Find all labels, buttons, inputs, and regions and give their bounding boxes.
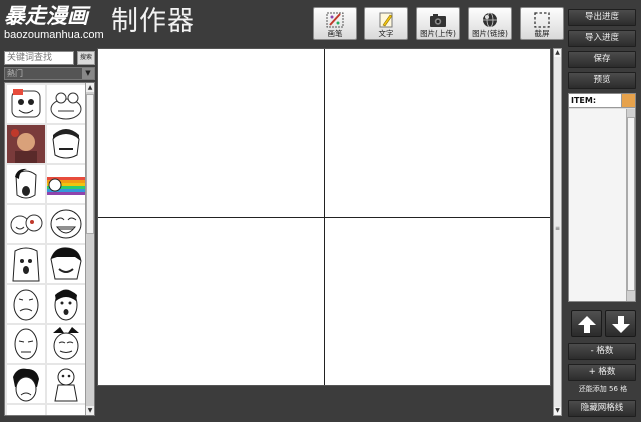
search-button[interactable]: 搜索 [77, 51, 95, 65]
screenshot-label: 截屏 [534, 29, 550, 38]
sticker-scrollbar[interactable]: ▲ ▼ [85, 83, 94, 415]
sticker-item[interactable] [47, 125, 85, 163]
globe-icon [483, 12, 497, 28]
text-pencil-icon [379, 12, 393, 28]
sticker-item[interactable] [47, 245, 85, 283]
item-scrollbar[interactable] [626, 109, 635, 301]
export-progress-button[interactable]: 导出进度 [568, 9, 636, 26]
sticker-item[interactable] [47, 405, 85, 415]
item-header: ITEM: [569, 94, 635, 108]
sticker-item[interactable] [47, 165, 85, 203]
brand-domain: baozoumanhua.com [4, 29, 104, 41]
grid-line-horizontal [98, 217, 550, 218]
sticker-item[interactable] [7, 365, 45, 403]
item-header-label: ITEM: [571, 96, 597, 105]
image-link-button[interactable]: 图片(链接) [468, 7, 512, 40]
sticker-item[interactable] [7, 405, 45, 415]
comic-canvas[interactable] [97, 48, 551, 386]
scroll-thumb[interactable] [627, 117, 635, 291]
preview-button[interactable]: 预览 [568, 72, 636, 89]
scroll-down-icon[interactable]: ▼ [554, 407, 561, 415]
scroll-down-icon[interactable]: ▼ [86, 406, 94, 415]
canvas-scrollbar[interactable]: ▲ ≡ ▼ [553, 48, 562, 416]
sticker-item[interactable] [7, 85, 45, 123]
camera-icon [430, 14, 446, 27]
remove-grid-button[interactable]: - 格数 [568, 343, 636, 360]
hide-grid-button[interactable]: 隐藏网格线 [568, 400, 636, 417]
scroll-grip-icon[interactable]: ≡ [555, 225, 560, 233]
remaining-grid-count: 还能添加 56 格 [578, 385, 628, 393]
image-upload-label: 图片(上传) [420, 29, 456, 38]
sticker-item[interactable] [47, 285, 85, 323]
move-down-button[interactable] [605, 310, 636, 337]
save-button[interactable]: 保存 [568, 51, 636, 68]
app-title: 制作器 [111, 6, 195, 37]
sticker-item[interactable] [7, 245, 45, 283]
item-panel: ITEM: [568, 93, 636, 302]
sticker-item[interactable] [7, 325, 45, 363]
brush-button[interactable]: 画笔 [313, 7, 357, 40]
text-button[interactable]: 文字 [364, 7, 408, 40]
scroll-up-icon[interactable]: ▲ [86, 83, 94, 92]
brush-label: 画笔 [327, 29, 343, 38]
brand-logo[interactable]: 暴走漫画 baozoumanhua.com [4, 4, 110, 44]
item-list[interactable] [569, 109, 626, 301]
arrow-up-icon [577, 316, 596, 333]
scroll-thumb[interactable] [86, 94, 94, 234]
brand-name: 暴走漫画 [4, 3, 88, 28]
scroll-up-icon[interactable]: ▲ [554, 49, 561, 57]
sticker-item[interactable] [47, 325, 85, 363]
import-progress-button[interactable]: 导入进度 [568, 30, 636, 47]
category-selected-value: 熱门 [7, 69, 23, 78]
crop-dashed-icon [534, 12, 550, 28]
add-grid-button[interactable]: + 格数 [568, 364, 636, 381]
brush-icon [326, 12, 344, 28]
app-window: 暴走漫画 baozoumanhua.com 制作器 画笔 文字 图片(上传) 图… [0, 0, 641, 422]
sticker-item[interactable] [47, 365, 85, 403]
sticker-item[interactable] [7, 285, 45, 323]
chevron-down-icon: ▼ [82, 68, 94, 79]
arrow-down-icon [611, 316, 630, 333]
text-label: 文字 [378, 29, 394, 38]
image-link-label: 图片(链接) [472, 29, 508, 38]
sticker-item[interactable] [7, 125, 45, 163]
sticker-item[interactable] [7, 205, 45, 243]
sticker-item[interactable] [47, 85, 85, 123]
sticker-item[interactable] [7, 165, 45, 203]
screenshot-button[interactable]: 截屏 [520, 7, 564, 40]
category-select[interactable]: 熱门 ▼ [4, 67, 95, 80]
sticker-panel: ▲ ▼ [4, 82, 95, 416]
move-up-button[interactable] [571, 310, 602, 337]
sticker-item[interactable] [47, 205, 85, 243]
image-upload-button[interactable]: 图片(上传) [416, 7, 460, 40]
search-input[interactable] [4, 51, 74, 65]
lock-icon[interactable] [621, 94, 635, 107]
